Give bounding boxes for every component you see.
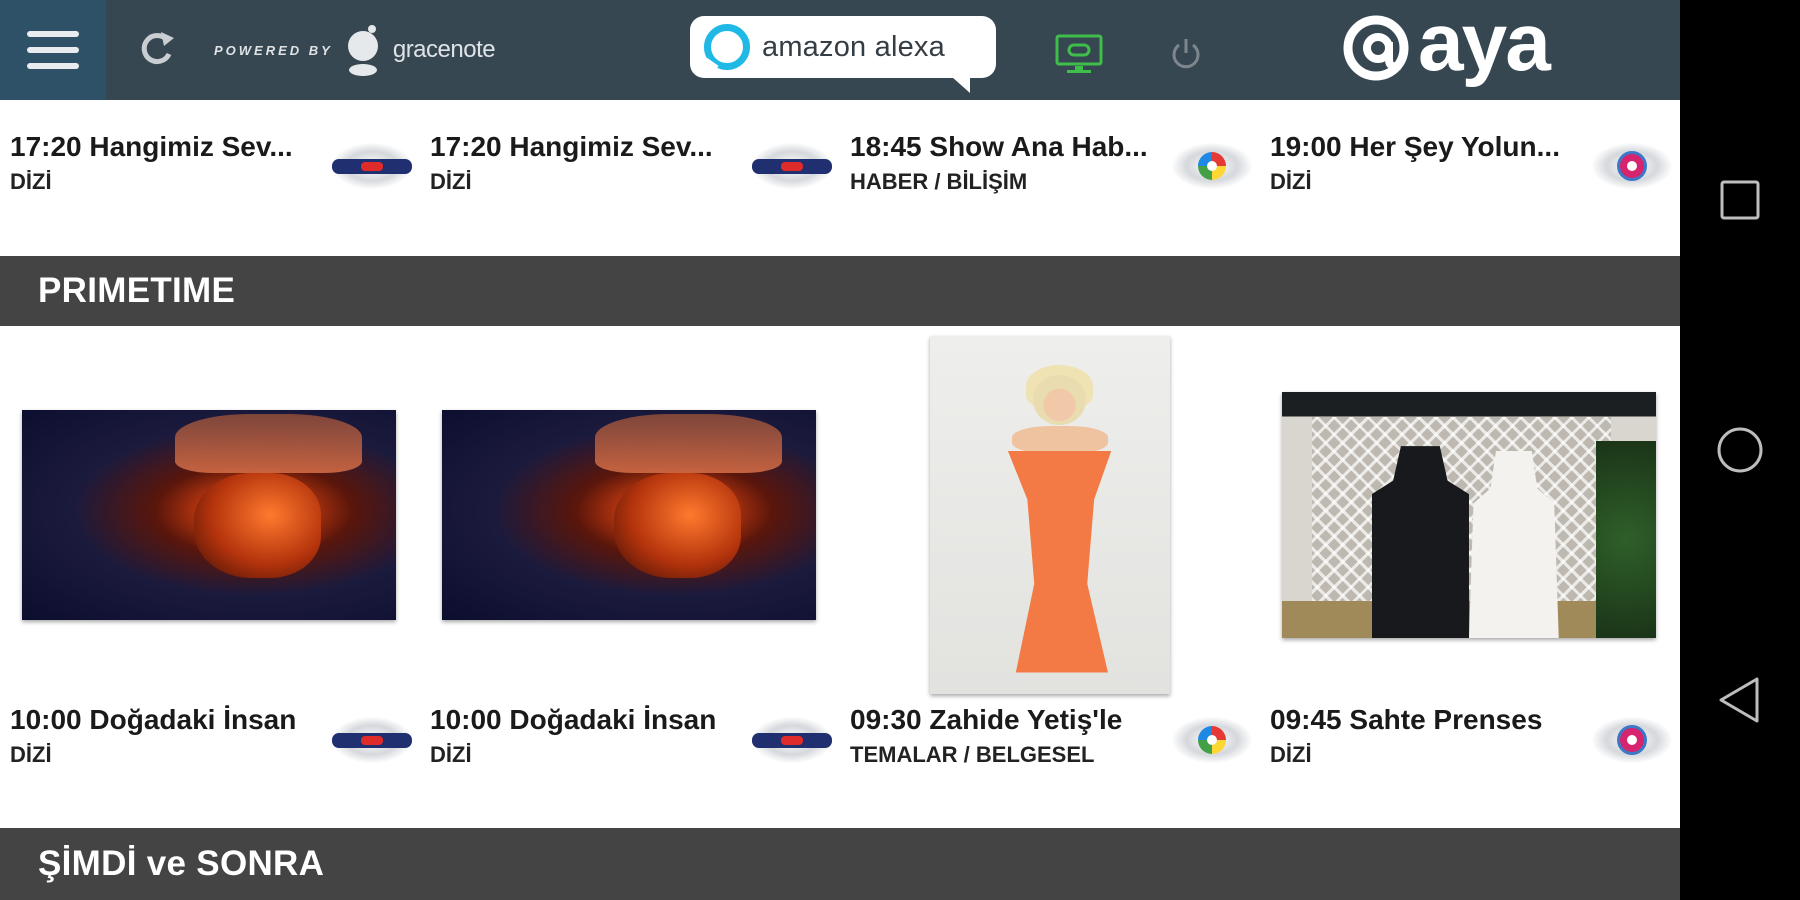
section-header-primetime: PRIMETIME — [0, 256, 1680, 326]
speech-bubble-tail — [952, 77, 970, 93]
program-genre: HABER / BİLİŞİM — [850, 169, 1028, 194]
top-bar: POWERED BY gracenote amazon alexa aya — [0, 0, 1680, 100]
recents-icon — [1720, 180, 1760, 220]
program-title: 10:00 Doğadaki İnsan — [430, 704, 717, 735]
gracenote-word: gracenote — [392, 36, 496, 63]
program-title: 17:20 Hangimiz Sev... — [10, 131, 293, 162]
program-title: 09:30 Zahide Yetiş'le — [850, 704, 1123, 735]
section-title: ŞİMDİ ve SONRA — [38, 844, 325, 883]
aya-app: POWERED BY gracenote amazon alexa aya 17… — [0, 0, 1680, 900]
aya-at-icon — [1343, 15, 1409, 81]
program-thumbnail-fire-portrait[interactable] — [22, 410, 396, 620]
program-genre: DİZİ — [1270, 169, 1312, 194]
top-program-row: 17:20 Hangimiz Sev... DİZİ 17:20 Hangimi… — [0, 131, 1680, 211]
recents-button[interactable] — [1710, 170, 1770, 230]
channel-logo-a — [330, 710, 414, 770]
channel-logo-a — [750, 710, 834, 770]
channel-logo-a — [330, 136, 414, 196]
gracenote-logo: POWERED BY gracenote — [214, 22, 496, 78]
refresh-icon[interactable] — [134, 26, 180, 72]
primetime-program-row: 10:00 Doğadaki İnsan DİZİ 10:00 Doğadaki… — [0, 704, 1680, 784]
program-title: 09:45 Sahte Prenses — [1270, 704, 1543, 735]
back-button[interactable] — [1710, 670, 1770, 730]
screen: POWERED BY gracenote amazon alexa aya 17… — [0, 0, 1800, 900]
amazon-alexa-button[interactable]: amazon alexa — [690, 16, 996, 93]
channel-logo-b — [1170, 710, 1254, 770]
gracenote-mark-icon — [347, 25, 378, 76]
program-thumbnail-woman-orange-dress[interactable] — [930, 336, 1170, 694]
back-icon — [1719, 677, 1759, 723]
channel-logo-b — [1170, 136, 1254, 196]
channel-logo-c — [1590, 136, 1674, 196]
program-title: 18:45 Show Ana Hab... — [850, 131, 1148, 162]
program-genre: DİZİ — [430, 742, 472, 767]
hamburger-icon — [27, 31, 79, 69]
section-title: PRIMETIME — [38, 271, 236, 310]
program-genre: TEMALAR / BELGESEL — [850, 742, 1095, 767]
channel-logo-c — [1590, 710, 1674, 770]
home-button[interactable] — [1710, 420, 1770, 480]
alexa-label: amazon alexa — [762, 30, 945, 63]
android-nav-bar — [1680, 0, 1800, 900]
program-genre: DİZİ — [10, 742, 52, 767]
program-genre: DİZİ — [1270, 742, 1312, 767]
powered-by-label: POWERED BY — [214, 42, 333, 58]
program-thumbnail-couple-portrait[interactable] — [1282, 392, 1656, 638]
program-title: 10:00 Doğadaki İnsan — [10, 704, 297, 735]
alexa-ring-icon — [704, 24, 750, 70]
channel-logo-a — [750, 136, 834, 196]
program-genre: DİZİ — [10, 169, 52, 194]
home-icon — [1717, 427, 1763, 473]
power-icon[interactable] — [1168, 36, 1204, 72]
aya-wordmark: aya — [1418, 0, 1551, 88]
tv-remote-icon[interactable] — [1055, 34, 1103, 74]
program-thumbnail-fire-portrait[interactable] — [442, 410, 816, 620]
section-header-now-and-next: ŞİMDİ ve SONRA — [0, 828, 1680, 900]
aya-logo: aya — [1340, 2, 1551, 88]
program-title: 17:20 Hangimiz Sev... — [430, 131, 713, 162]
menu-button[interactable] — [0, 0, 106, 100]
program-genre: DİZİ — [430, 169, 472, 194]
program-title: 19:00 Her Şey Yolun... — [1270, 131, 1560, 162]
